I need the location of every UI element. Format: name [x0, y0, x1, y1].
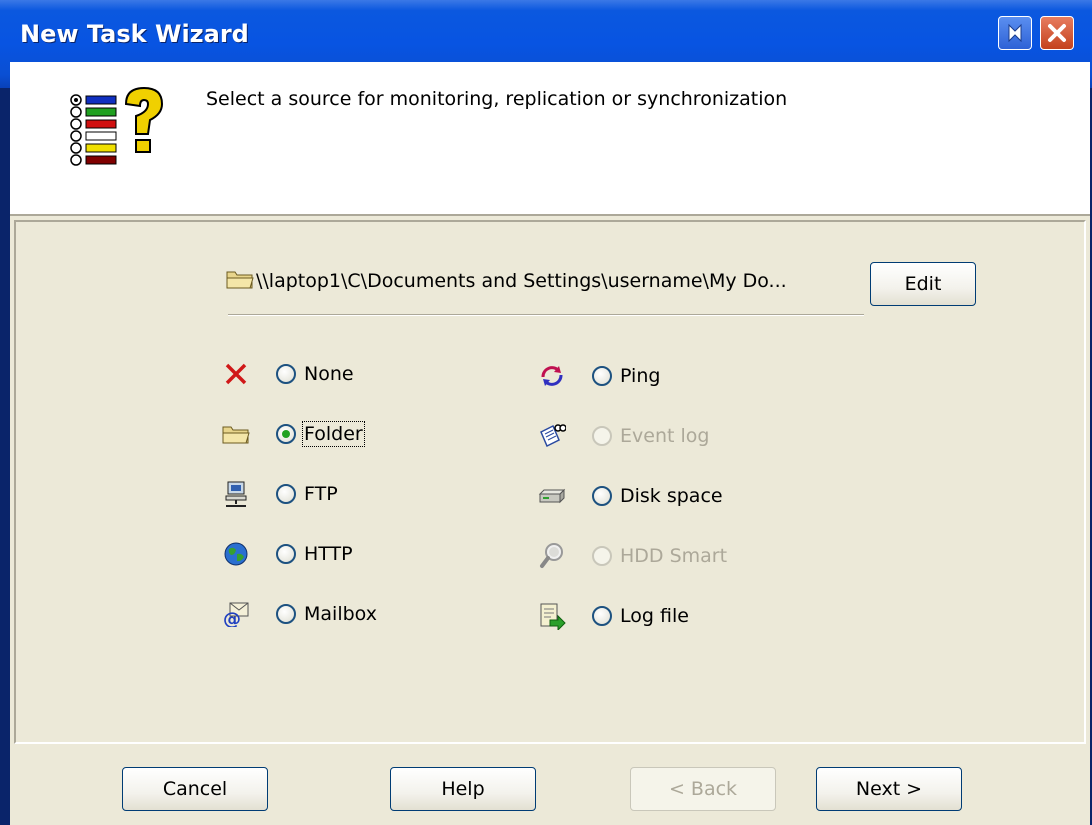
option-folder[interactable]: Folder — [222, 416, 365, 452]
edit-button[interactable]: Edit — [870, 262, 976, 306]
radio-hdd-smart — [592, 546, 612, 566]
pin-icon — [1008, 23, 1022, 43]
source-path-text: \\laptop1\C\Documents and Settings\usern… — [256, 270, 787, 292]
path-separator — [228, 314, 864, 316]
source-path: \\laptop1\C\Documents and Settings\usern… — [226, 268, 787, 292]
option-mailbox[interactable]: @ Mailbox — [222, 596, 377, 632]
red-x-icon — [222, 360, 250, 388]
help-button[interactable]: Help — [390, 767, 536, 811]
option-log-file[interactable]: Log file — [538, 598, 689, 634]
option-disk-space-label: Disk space — [620, 485, 723, 507]
options-panel: \\laptop1\C\Documents and Settings\usern… — [14, 220, 1086, 744]
option-mailbox-label: Mailbox — [304, 603, 377, 625]
network-computer-icon — [222, 480, 250, 508]
window-title: New Task Wizard — [20, 20, 249, 48]
option-ftp[interactable]: FTP — [222, 476, 338, 512]
wizard-header: Select a source for monitoring, replicat… — [10, 62, 1090, 214]
next-button[interactable]: Next > — [816, 767, 962, 811]
radio-ping[interactable] — [592, 366, 612, 386]
log-file-icon — [538, 602, 566, 630]
event-log-icon — [538, 422, 566, 450]
back-button: < Back — [630, 767, 776, 811]
option-hdd-smart-label: HDD Smart — [620, 545, 728, 567]
radio-http[interactable] — [276, 544, 296, 564]
option-event-log: Event log — [538, 418, 709, 454]
option-http-label: HTTP — [304, 543, 353, 565]
radio-event-log — [592, 426, 612, 446]
radio-none[interactable] — [276, 364, 296, 384]
pin-button[interactable] — [998, 16, 1032, 50]
option-ftp-label: FTP — [304, 483, 338, 505]
option-ping-label: Ping — [620, 365, 661, 387]
option-event-log-label: Event log — [620, 425, 710, 447]
radio-folder[interactable] — [276, 424, 296, 444]
folder-icon — [222, 420, 250, 448]
option-disk-space[interactable]: Disk space — [538, 478, 723, 514]
wizard-list-icon — [70, 86, 164, 166]
option-http[interactable]: HTTP — [222, 536, 353, 572]
option-none-label: None — [304, 363, 354, 385]
option-none[interactable]: None — [222, 356, 354, 392]
radio-mailbox[interactable] — [276, 604, 296, 624]
radio-log-file[interactable] — [592, 606, 612, 626]
radio-ftp[interactable] — [276, 484, 296, 504]
globe-icon — [222, 540, 250, 568]
wizard-window: New Task Wizard Select a source for moni… — [0, 0, 1092, 825]
dialog-body: \\laptop1\C\Documents and Settings\usern… — [10, 214, 1090, 825]
folder-icon — [226, 271, 254, 289]
hdd-smart-icon — [538, 542, 566, 570]
option-folder-label: Folder — [302, 421, 365, 447]
option-ping[interactable]: Ping — [538, 358, 660, 394]
ping-icon — [538, 362, 566, 390]
disk-icon — [538, 482, 566, 510]
option-log-file-label: Log file — [620, 605, 689, 627]
svg-text:@: @ — [223, 609, 241, 627]
close-icon — [1048, 24, 1066, 42]
mail-icon: @ — [222, 600, 250, 628]
header-instruction: Select a source for monitoring, replicat… — [206, 88, 788, 110]
cancel-button[interactable]: Cancel — [122, 767, 268, 811]
option-hdd-smart: HDD Smart — [538, 538, 727, 574]
close-button[interactable] — [1040, 16, 1074, 50]
radio-disk-space[interactable] — [592, 486, 612, 506]
